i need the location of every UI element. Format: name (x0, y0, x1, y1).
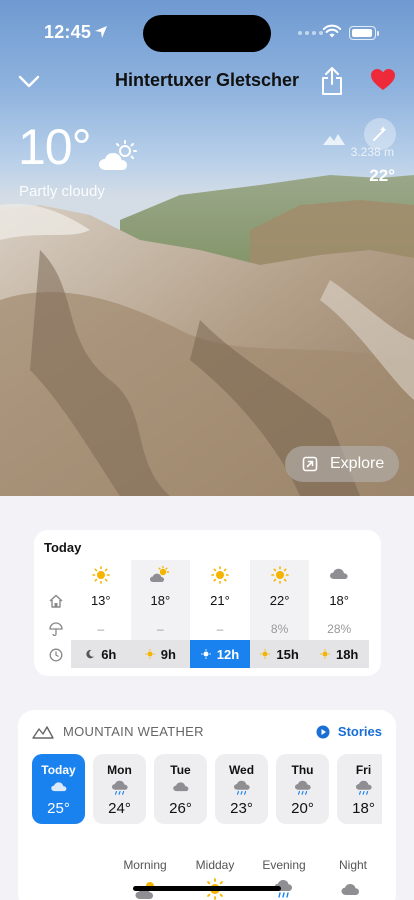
sun-icon (211, 566, 229, 584)
mountain-icon (323, 134, 345, 145)
cloud-icon (172, 782, 188, 792)
sun-icon (260, 649, 271, 659)
clock-icon (49, 648, 63, 662)
wifi-icon (322, 24, 342, 38)
peak-temperature: 22° (369, 166, 395, 185)
day-tile-selected[interactable]: Today 25° (32, 754, 85, 824)
today-title: Today (44, 540, 82, 555)
cloud-icon (50, 782, 66, 792)
rain-icon (111, 780, 128, 795)
today-forecast-card: Today 13° – 6h 18° – 9h 21° – 12h 22° 8%… (34, 530, 381, 676)
hour-label: 15h (249, 640, 310, 668)
hour-precip: – (97, 622, 105, 636)
cellular-signal-icon (298, 31, 323, 35)
sun-icon (200, 649, 211, 659)
hour-column[interactable]: 22° 8% 15h (249, 560, 310, 668)
partly-cloudy-icon (150, 566, 170, 582)
day-tile[interactable]: Tue 26° (154, 754, 207, 824)
hero-3d-view[interactable]: 12:45 Hintertuxer Gletscher 10° Partly c… (0, 0, 414, 496)
sun-icon (319, 649, 330, 659)
hour-precip: 8% (270, 622, 289, 636)
day-tile[interactable]: Thu 20° (276, 754, 329, 824)
rain-icon (233, 780, 250, 795)
play-circle-icon (316, 725, 330, 738)
mountain-weather-card: MOUNTAIN WEATHER Stories Today 25° Mon 2… (18, 710, 396, 900)
hour-column[interactable]: 18° 28% 18h (309, 560, 369, 668)
share-icon[interactable] (320, 66, 344, 96)
home-indicator[interactable] (133, 886, 281, 891)
status-time: 12:45 (44, 22, 92, 42)
daypart-night: Night (338, 858, 367, 872)
explore-label: Explore (330, 455, 385, 472)
rain-icon (294, 780, 311, 795)
magic-wand-icon (373, 126, 387, 141)
hour-column[interactable]: 13° – 6h (71, 560, 131, 668)
status-bar: 12:45 (0, 0, 414, 54)
hour-column[interactable]: 18° – 9h (130, 560, 191, 668)
hour-column[interactable]: 21° – 12h (190, 560, 250, 668)
hour-precip: – (157, 622, 164, 636)
current-condition: Partly cloudy (19, 183, 105, 200)
stories-label: Stories (337, 724, 382, 739)
hour-precip: 28% (327, 622, 352, 636)
partly-cloudy-icon (99, 140, 137, 170)
daypart-morning: Morning (123, 858, 167, 872)
dynamic-island (143, 15, 271, 52)
daypart-midday: Midday (195, 858, 235, 872)
current-temperature: 10° (18, 119, 92, 175)
day-tile[interactable]: Wed 23° (215, 754, 268, 824)
hour-label: 9h (130, 640, 191, 668)
peak-altitude: 3.238 m (350, 145, 394, 159)
hour-temp: 18° (329, 593, 349, 608)
explore-button[interactable]: Explore (285, 446, 399, 482)
daypart-evening: Evening (262, 858, 306, 872)
moon-icon (86, 649, 95, 659)
sun-icon (144, 649, 155, 659)
hour-temp: 18° (150, 593, 171, 608)
location-arrow-icon (95, 26, 107, 38)
daily-forecast-strip: Today 25° Mon 24° Tue 26° Wed 23° Thu 20… (32, 754, 382, 826)
sun-icon (270, 566, 289, 584)
hour-label: 6h (71, 640, 131, 668)
open-external-icon (302, 456, 318, 472)
mountain-weather-title: MOUNTAIN WEATHER (63, 724, 204, 739)
mountain-weather-header: MOUNTAIN WEATHER (32, 724, 204, 739)
battery-icon (349, 26, 379, 40)
hour-label-selected: 12h (190, 640, 250, 668)
cloud-icon (341, 884, 359, 895)
hour-temp: 13° (90, 593, 111, 608)
sun-icon (91, 566, 110, 584)
page-title: Hintertuxer Gletscher (114, 70, 300, 90)
umbrella-icon (49, 622, 63, 636)
hour-temp: 21° (210, 593, 230, 608)
favorite-heart-icon[interactable] (370, 68, 396, 92)
day-tile[interactable]: Mon 24° (93, 754, 146, 824)
cloud-icon (330, 568, 348, 579)
home-icon (49, 594, 63, 608)
day-tile[interactable]: Fri 18° (337, 754, 382, 824)
hour-label: 18h (309, 640, 369, 668)
mountains-icon (32, 725, 54, 739)
hourly-grid: 13° – 6h 18° – 9h 21° – 12h 22° 8% 15h 1… (71, 560, 369, 668)
rain-icon (355, 780, 372, 795)
hour-precip: – (216, 622, 224, 636)
hour-temp: 22° (269, 593, 290, 608)
stories-button[interactable]: Stories (316, 724, 382, 739)
